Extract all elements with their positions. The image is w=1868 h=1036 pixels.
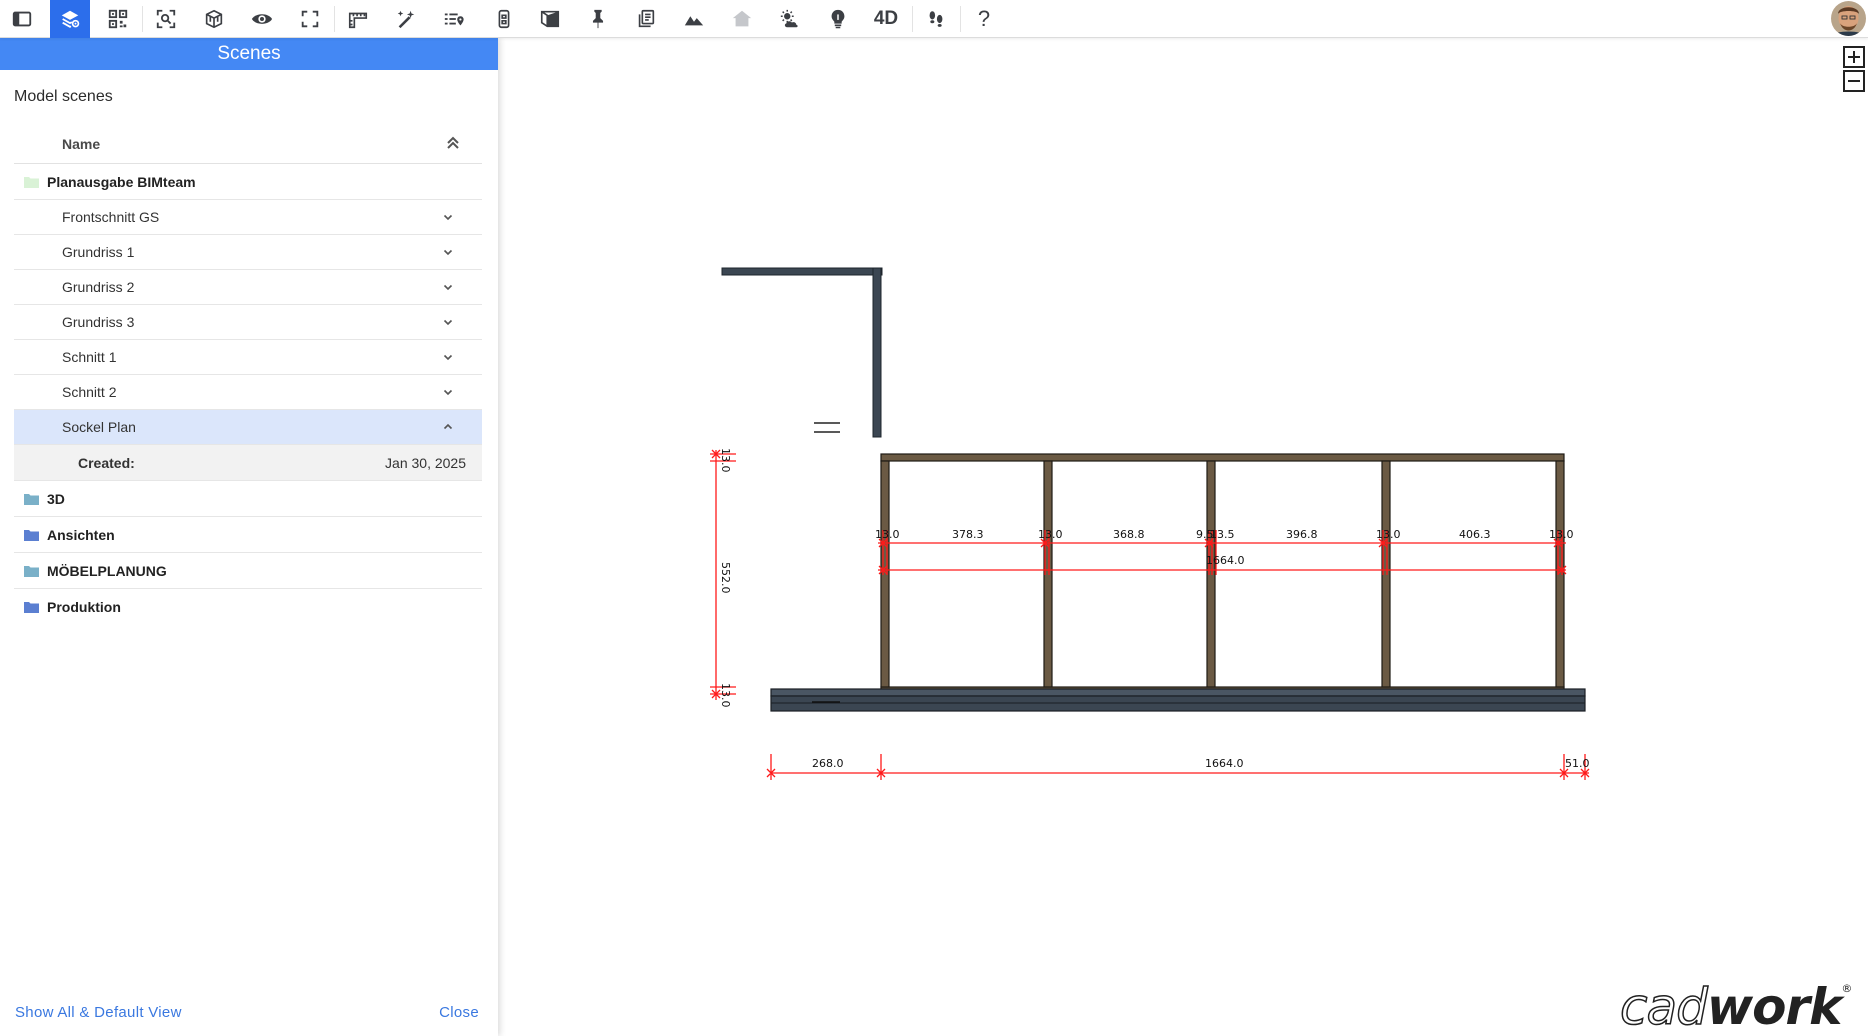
zoom-out-button[interactable] bbox=[1843, 70, 1865, 92]
chevron-down-icon[interactable] bbox=[442, 351, 454, 363]
chevron-down-icon[interactable] bbox=[442, 281, 454, 293]
folder-label: 3D bbox=[47, 490, 65, 507]
folder-row-ansichten[interactable]: Ansichten bbox=[14, 517, 482, 553]
terrain-icon[interactable] bbox=[674, 0, 714, 38]
pin-icon[interactable] bbox=[578, 0, 618, 38]
scene-row-grundriss-2[interactable]: Grundriss 2 bbox=[14, 270, 482, 305]
zoom-extents-icon[interactable] bbox=[146, 0, 186, 38]
folder-row-moebelplanung[interactable]: MÖBELPLANUNG bbox=[14, 553, 482, 589]
4d-text-icon[interactable]: 4D bbox=[866, 0, 906, 38]
weather-sun-icon[interactable] bbox=[770, 0, 810, 38]
chevron-down-icon[interactable] bbox=[442, 386, 454, 398]
scene-row-frontschnitt[interactable]: Frontschnitt GS bbox=[14, 200, 482, 235]
scenes-icon[interactable] bbox=[50, 0, 90, 38]
folder-icon bbox=[24, 565, 39, 577]
chevron-down-icon[interactable] bbox=[442, 316, 454, 328]
user-avatar[interactable] bbox=[1831, 1, 1866, 36]
scene-detail-created: Created: Jan 30, 2025 bbox=[14, 445, 482, 481]
scene-row-schnitt-2[interactable]: Schnitt 2 bbox=[14, 375, 482, 410]
created-label: Created: bbox=[78, 454, 135, 471]
qr-code-icon[interactable] bbox=[98, 0, 138, 38]
fullscreen-icon[interactable] bbox=[290, 0, 330, 38]
folder-icon bbox=[24, 493, 39, 505]
scene-label: Grundriss 2 bbox=[62, 279, 135, 295]
scene-row-grundriss-3[interactable]: Grundriss 3 bbox=[14, 305, 482, 340]
wall-view-icon[interactable] bbox=[530, 0, 570, 38]
measure-ruler-icon[interactable] bbox=[338, 0, 378, 38]
chevron-up-icon[interactable] bbox=[442, 421, 454, 433]
toolbar-separator bbox=[960, 6, 961, 32]
3d-cube-icon[interactable] bbox=[194, 0, 234, 38]
house-icon[interactable] bbox=[722, 0, 762, 38]
close-button[interactable]: Close bbox=[439, 1004, 479, 1021]
scene-label: Schnitt 1 bbox=[62, 349, 117, 365]
scene-row-grundriss-1[interactable]: Grundriss 1 bbox=[14, 235, 482, 270]
folder-icon bbox=[24, 529, 39, 541]
scenes-panel: Scenes Model scenes Name Planausgabe BIM… bbox=[0, 38, 498, 1036]
3d-viewport[interactable] bbox=[498, 38, 1868, 1036]
main-toolbar: 4D ? bbox=[0, 0, 1868, 38]
scene-label: Grundriss 1 bbox=[62, 244, 135, 260]
folder-open-icon bbox=[24, 176, 39, 188]
visibility-eye-icon[interactable] bbox=[242, 0, 282, 38]
lightbulb-icon[interactable] bbox=[818, 0, 858, 38]
scene-label: Sockel Plan bbox=[62, 419, 136, 435]
copy-pages-icon[interactable] bbox=[626, 0, 666, 38]
folder-row-planausgabe[interactable]: Planausgabe BIMteam bbox=[14, 164, 482, 200]
toolbar-separator bbox=[142, 6, 143, 32]
chevron-down-icon[interactable] bbox=[442, 246, 454, 258]
app-root: 4D ? Scenes Model scenes Name Planausgab… bbox=[0, 0, 1868, 1036]
folder-label: Planausgabe BIMteam bbox=[47, 173, 196, 190]
folder-label: Ansichten bbox=[47, 526, 115, 543]
scenes-panel-title: Scenes bbox=[0, 38, 498, 70]
name-column-label: Name bbox=[62, 136, 101, 152]
toolbar-separator bbox=[912, 6, 913, 32]
created-date: Jan 30, 2025 bbox=[385, 454, 466, 471]
folder-label: MÖBELPLANUNG bbox=[47, 562, 167, 579]
map-list-icon[interactable] bbox=[434, 0, 474, 38]
name-column-header[interactable]: Name bbox=[14, 124, 482, 164]
tools-wand-icon[interactable] bbox=[386, 0, 426, 38]
toolbar-separator bbox=[334, 6, 335, 32]
folder-icon bbox=[24, 602, 39, 613]
folder-label: Produktion bbox=[47, 599, 121, 615]
collapse-all-icon[interactable] bbox=[444, 134, 462, 152]
folder-row-produktion[interactable]: Produktion bbox=[14, 589, 482, 625]
scene-row-sockel-plan[interactable]: Sockel Plan bbox=[14, 410, 482, 445]
cadwork-logo: cadwork® bbox=[1619, 977, 1852, 1036]
scene-row-schnitt-1[interactable]: Schnitt 1 bbox=[14, 340, 482, 375]
sidebar-toggle-icon[interactable] bbox=[2, 0, 42, 38]
scene-label: Frontschnitt GS bbox=[62, 209, 160, 225]
help-question-icon[interactable]: ? bbox=[964, 0, 1004, 38]
logo-part-light: cad bbox=[1619, 977, 1708, 1036]
zoom-in-button[interactable] bbox=[1843, 46, 1865, 68]
folder-row-3d[interactable]: 3D bbox=[14, 481, 482, 517]
logo-part-bold: work bbox=[1706, 978, 1842, 1036]
scene-label: Schnitt 2 bbox=[62, 384, 117, 400]
section-box-icon[interactable] bbox=[484, 0, 524, 38]
chevron-down-icon[interactable] bbox=[442, 211, 454, 223]
scene-label: Grundriss 3 bbox=[62, 314, 135, 330]
walk-footsteps-icon[interactable] bbox=[916, 0, 956, 38]
show-all-default-view-button[interactable]: Show All & Default View bbox=[15, 1004, 182, 1021]
registered-mark: ® bbox=[1841, 982, 1852, 995]
model-scenes-heading: Model scenes bbox=[14, 88, 113, 105]
